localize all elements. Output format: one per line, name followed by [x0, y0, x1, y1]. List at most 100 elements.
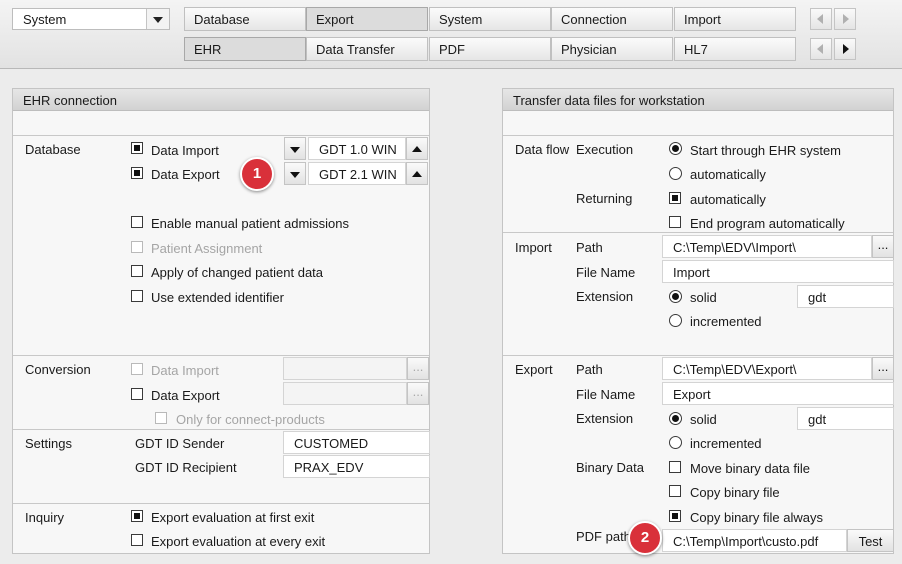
export-path-browse-button[interactable]: ...: [872, 357, 894, 380]
import-extension-field[interactable]: gdt: [797, 285, 894, 308]
gdt-sender-field[interactable]: CUSTOMED: [283, 431, 430, 454]
conversion-import-browse-button[interactable]: ...: [407, 357, 429, 380]
export-filename-field[interactable]: Export: [662, 382, 894, 405]
data-import-checkbox[interactable]: [131, 142, 143, 154]
scroll-left-icon[interactable]: [810, 8, 832, 30]
import-incremented-label: incremented: [690, 314, 762, 329]
import-path-label: Path: [576, 240, 603, 255]
export-solid-radio[interactable]: [669, 412, 682, 425]
patient-assignment-checkbox[interactable]: [131, 241, 143, 253]
tab-physician[interactable]: Physician: [551, 37, 673, 61]
gdt-recipient-field[interactable]: PRAX_EDV: [283, 455, 430, 478]
gdt-recipient-label: GDT ID Recipient: [135, 460, 237, 475]
scroll-right-icon[interactable]: [834, 38, 856, 60]
ehr-connection-panel: EHR connection Database Data Import GDT …: [12, 88, 430, 554]
start-ehr-radio[interactable]: [669, 142, 682, 155]
execution-auto-label: automatically: [690, 167, 766, 182]
tab-data-transfer[interactable]: Data Transfer: [306, 37, 428, 61]
chevron-down-icon[interactable]: [146, 9, 169, 29]
first-exit-checkbox[interactable]: [131, 510, 143, 522]
tab-connection[interactable]: Connection: [551, 7, 673, 31]
import-format-field[interactable]: GDT 1.0 WIN: [308, 137, 406, 160]
execution-auto-radio[interactable]: [669, 167, 682, 180]
tab-ehr[interactable]: EHR: [184, 37, 306, 61]
import-path-field[interactable]: C:\Temp\EDV\Import\: [662, 235, 872, 258]
manual-admissions-label: Enable manual patient admissions: [151, 216, 350, 231]
manual-admissions-checkbox[interactable]: [131, 216, 143, 228]
conversion-import-checkbox[interactable]: [131, 363, 143, 375]
export-extension-label: Extension: [576, 411, 634, 426]
tab-import[interactable]: Import: [674, 7, 796, 31]
callout-badge-2: 2: [628, 521, 662, 555]
tab-database[interactable]: Database: [184, 7, 306, 31]
every-exit-checkbox[interactable]: [131, 534, 143, 546]
export-format-down-button[interactable]: [284, 162, 306, 185]
tab-label: Import: [684, 12, 721, 27]
import-path-browse-button[interactable]: ...: [872, 235, 894, 258]
data-import-label: Data Import: [151, 143, 219, 158]
copy-binary-always-label: Copy binary file always: [690, 510, 823, 525]
data-export-checkbox[interactable]: [131, 167, 143, 179]
tab-label: Database: [194, 12, 250, 27]
settings-section-label: Settings: [25, 436, 72, 451]
export-path-label: Path: [576, 362, 603, 377]
export-solid-label: solid: [690, 412, 717, 427]
tab-label: Physician: [561, 42, 617, 57]
copy-binary-checkbox[interactable]: [669, 485, 681, 497]
export-format-field[interactable]: GDT 2.1 WIN: [308, 162, 406, 185]
end-program-label: End program automatically: [690, 216, 845, 231]
patient-assignment-label: Patient Assignment: [151, 241, 263, 256]
import-solid-label: solid: [690, 290, 717, 305]
export-extension-field[interactable]: gdt: [797, 407, 894, 430]
tab-label: Data Transfer: [316, 42, 395, 57]
scroll-right-icon[interactable]: [834, 8, 856, 30]
import-incremented-radio[interactable]: [669, 314, 682, 327]
system-select[interactable]: System: [12, 8, 170, 30]
extended-identifier-checkbox[interactable]: [131, 290, 143, 302]
system-select-value: System: [23, 12, 67, 27]
divider: [503, 232, 893, 233]
import-section-label: Import: [515, 240, 552, 255]
tab-label: System: [439, 12, 483, 27]
import-solid-radio[interactable]: [669, 290, 682, 303]
conversion-import-path[interactable]: [283, 357, 407, 380]
tab-label: HL7: [684, 42, 708, 57]
callout-badge-1: 1: [240, 157, 274, 191]
move-binary-label: Move binary data file: [690, 461, 810, 476]
conversion-export-checkbox[interactable]: [131, 388, 143, 400]
returning-label: Returning: [576, 191, 633, 206]
changed-data-checkbox[interactable]: [131, 265, 143, 277]
every-exit-label: Export evaluation at every exit: [151, 534, 326, 549]
tab-hl7[interactable]: HL7: [674, 37, 796, 61]
move-binary-checkbox[interactable]: [669, 461, 681, 473]
export-incremented-radio[interactable]: [669, 436, 682, 449]
inquiry-section-label: Inquiry: [25, 510, 65, 525]
data-export-label: Data Export: [151, 167, 220, 182]
connect-only-checkbox[interactable]: [155, 412, 167, 424]
copy-binary-always-checkbox[interactable]: [669, 510, 681, 522]
import-filename-field[interactable]: Import: [662, 260, 894, 283]
tab-system[interactable]: System: [429, 7, 551, 31]
import-format-down-button[interactable]: [284, 137, 306, 160]
export-format-up-button[interactable]: [406, 162, 428, 185]
end-program-checkbox[interactable]: [669, 216, 681, 228]
conversion-export-path[interactable]: [283, 382, 407, 405]
export-section-label: Export: [515, 362, 553, 377]
returning-auto-label: automatically: [690, 192, 766, 207]
panel-title: EHR connection: [13, 89, 429, 111]
transfer-files-panel: Transfer data files for workstation Data…: [502, 88, 894, 554]
tab-pdf[interactable]: PDF: [429, 37, 551, 61]
export-filename-label: File Name: [576, 387, 636, 402]
export-path-field[interactable]: C:\Temp\EDV\Export\: [662, 357, 872, 380]
tab-label: Export: [316, 12, 354, 27]
conversion-export-browse-button[interactable]: ...: [407, 382, 429, 405]
returning-auto-checkbox[interactable]: [669, 192, 681, 204]
scroll-left-icon[interactable]: [810, 38, 832, 60]
pdf-path-field[interactable]: C:\Temp\Import\custo.pdf: [662, 529, 847, 552]
first-exit-label: Export evaluation at first exit: [151, 510, 315, 525]
test-button[interactable]: Test: [847, 529, 894, 552]
divider: [13, 355, 429, 356]
import-format-up-button[interactable]: [406, 137, 428, 160]
connect-only-label: Only for connect-products: [176, 412, 325, 427]
tab-export[interactable]: Export: [306, 7, 428, 31]
